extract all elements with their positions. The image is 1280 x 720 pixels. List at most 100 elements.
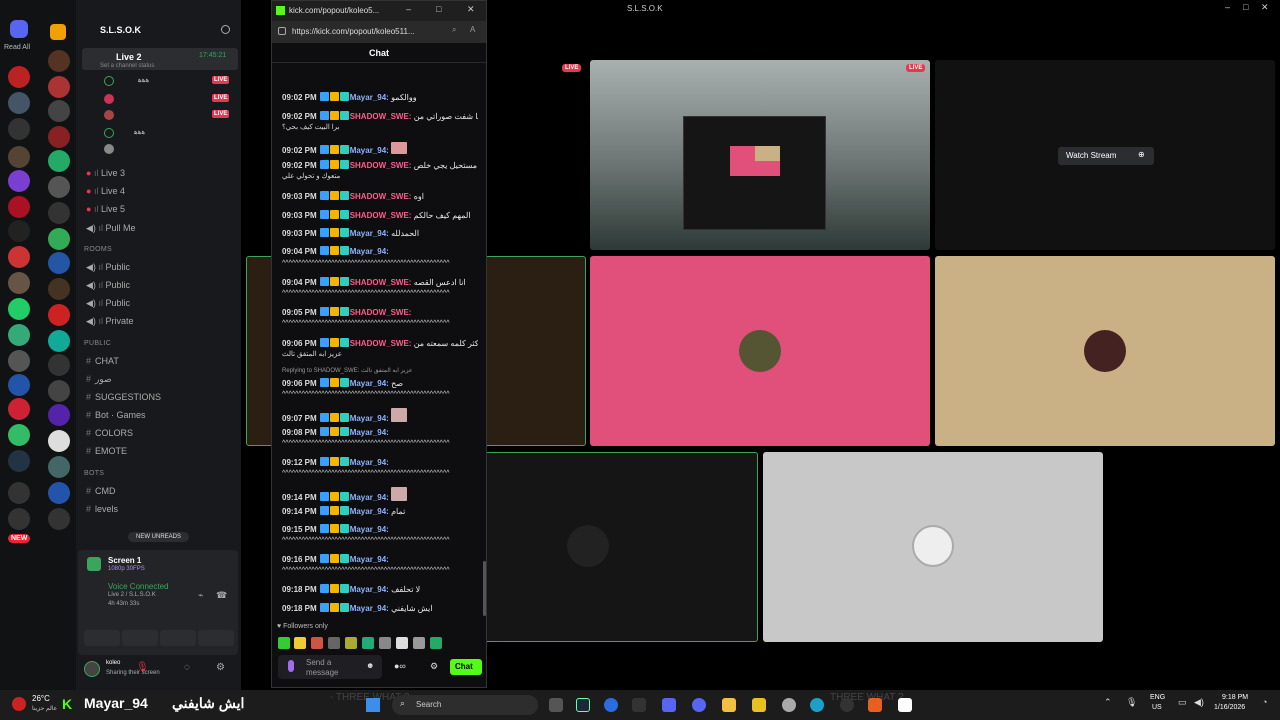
channel-private[interactable]: ◀) ıl Private (86, 316, 133, 327)
voice-channel[interactable]: Live 2 / S.L.S.O.K (108, 592, 156, 598)
read-all-label[interactable]: Read All (4, 44, 30, 51)
discord-home-icon[interactable] (10, 20, 28, 38)
server-icon[interactable] (8, 118, 30, 140)
edge-icon[interactable] (810, 698, 824, 712)
message-user[interactable]: Mayar_94: (350, 507, 389, 516)
discover-icon[interactable] (8, 508, 30, 530)
network-icon[interactable]: ▭ (1178, 697, 1187, 708)
task-view-icon[interactable] (549, 698, 563, 712)
new-badge[interactable]: NEW (8, 534, 31, 543)
channel-live-3[interactable]: ● ıl Live 3 (86, 168, 125, 178)
emote-icon[interactable] (413, 637, 425, 649)
address-bar[interactable]: https://kick.com/popout/koleo511... ⌕ A (272, 21, 486, 43)
chat-message[interactable]: 09:18 PM Mayar_94: ايش شايفني (282, 603, 478, 614)
noise-icon[interactable]: ⌁ (198, 590, 208, 600)
app-icon[interactable] (840, 698, 854, 712)
discord-icon[interactable] (692, 698, 706, 712)
windows-start-icon[interactable] (366, 698, 380, 712)
chat-message[interactable]: 09:14 PM Mayar_94: تمام (282, 506, 478, 517)
message-user[interactable]: Mayar_94: (350, 428, 389, 437)
chat-message[interactable]: 09:07 PM Mayar_94: (282, 408, 478, 424)
emote-icon[interactable] (328, 637, 340, 649)
channel-chat[interactable]: # CHAT (86, 356, 119, 366)
url-text[interactable]: https://kick.com/popout/koleo511... (292, 27, 415, 36)
server-icon[interactable] (48, 508, 70, 530)
chat-message[interactable]: 09:03 PM SHADOW_SWE: المهم كيف حالكم (282, 210, 478, 221)
chat-message[interactable]: 09:04 PM Mayar_94: (282, 246, 478, 257)
voice-user[interactable]: LIVE (104, 110, 230, 122)
chat-message[interactable]: 09:15 PM Mayar_94: (282, 524, 478, 535)
disconnect-icon[interactable]: ☎ (216, 590, 227, 600)
emote-icon[interactable] (311, 637, 323, 649)
server-icon[interactable] (8, 398, 30, 420)
chat-message[interactable]: 09:02 PM SHADOW_SWE: مستحيل يجي خلص (282, 160, 478, 171)
rooms-section[interactable]: ROOMS (84, 246, 112, 253)
chat-message[interactable]: 09:02 PM Mayar_94: ووالكمو (282, 92, 478, 103)
message-user[interactable]: SHADOW_SWE: (350, 278, 412, 287)
server-icon[interactable] (48, 126, 70, 148)
steam-icon[interactable] (576, 698, 590, 712)
server-icon[interactable] (8, 374, 30, 396)
voice-user[interactable] (104, 144, 224, 156)
channel-emote[interactable]: # EMOTE (86, 446, 127, 456)
emote-icon[interactable] (345, 637, 357, 649)
channel-live-5[interactable]: ● ıl Live 5 (86, 204, 125, 214)
server-icon[interactable] (48, 430, 70, 452)
message-user[interactable]: Mayar_94: (350, 379, 389, 388)
server-icon[interactable] (8, 146, 30, 168)
app-icon[interactable] (752, 698, 766, 712)
app-icon[interactable] (604, 698, 618, 712)
maximize-icon[interactable]: □ (1243, 2, 1248, 12)
emote-icon[interactable] (278, 637, 290, 649)
chat-message[interactable]: 09:08 PM Mayar_94: (282, 427, 478, 438)
lang-label[interactable]: ENG (1150, 694, 1165, 701)
server-icon[interactable] (48, 278, 70, 300)
site-info-icon[interactable] (278, 27, 286, 35)
channel-public[interactable]: ◀) ıl Public (86, 298, 130, 309)
chat-message[interactable]: 09:03 PM Mayar_94: الحمدلله (282, 228, 478, 239)
mic-icon[interactable]: 🎙 (136, 662, 149, 674)
emote-icon[interactable] (362, 637, 374, 649)
screenshare-button[interactable] (122, 630, 158, 646)
message-user[interactable]: Mayar_94: (350, 93, 389, 102)
message-user[interactable]: Mayar_94: (350, 229, 389, 238)
mic-icon[interactable]: 🎙 (1126, 697, 1137, 708)
notifications-icon[interactable]: ◔ (1262, 697, 1267, 707)
message-user[interactable]: Mayar_94: (350, 414, 389, 423)
channel-live-4[interactable]: ● ıl Live 4 (86, 186, 125, 196)
server-icon[interactable] (48, 354, 70, 376)
points-icon[interactable]: ●∞ (394, 661, 406, 671)
server-icon[interactable] (48, 228, 70, 250)
channel-public[interactable]: ◀) ıl Public (86, 280, 130, 291)
zoom-icon[interactable]: ⊕ (1138, 150, 1145, 159)
chat-message[interactable]: 09:03 PM SHADOW_SWE: اوه (282, 191, 478, 202)
app-icon[interactable] (868, 698, 882, 712)
message-user[interactable]: Mayar_94: (350, 146, 389, 155)
chat-message[interactable]: 09:05 PM SHADOW_SWE: (282, 307, 478, 318)
folder-icon[interactable] (50, 24, 66, 40)
minimize-icon[interactable]: – (406, 4, 411, 14)
message-user[interactable]: Mayar_94: (350, 585, 389, 594)
user-avatar[interactable] (84, 661, 100, 677)
server-icon[interactable] (8, 324, 30, 346)
public-section[interactable]: PUBLIC (84, 340, 111, 347)
chat-message[interactable]: 09:18 PM Mayar_94: لا تحلفف (282, 584, 478, 595)
chat-message[interactable]: 09:02 PM Mayar_94: (282, 142, 478, 156)
settings-icon[interactable] (782, 698, 796, 712)
channel-suggestions[interactable]: # SUGGESTIONS (86, 392, 161, 402)
chat-message[interactable]: 09:06 PM SHADOW_SWE: اكثر كلمه سمعته من (282, 338, 478, 349)
message-user[interactable]: Mayar_94: (350, 604, 389, 613)
server-icon[interactable] (48, 150, 70, 172)
message-user[interactable]: SHADOW_SWE: (350, 192, 412, 201)
minimize-icon[interactable]: – (1225, 2, 1230, 12)
server-icon[interactable] (8, 92, 30, 114)
close-icon[interactable]: ✕ (1261, 2, 1269, 13)
server-icon[interactable] (48, 176, 70, 198)
server-icon[interactable] (8, 298, 30, 320)
server-icon[interactable] (48, 404, 70, 426)
server-icon[interactable] (8, 272, 30, 294)
server-icon[interactable] (48, 100, 70, 122)
server-icon[interactable] (48, 330, 70, 352)
message-user[interactable]: Mayar_94: (350, 493, 389, 502)
close-icon[interactable]: ✕ (467, 4, 475, 15)
